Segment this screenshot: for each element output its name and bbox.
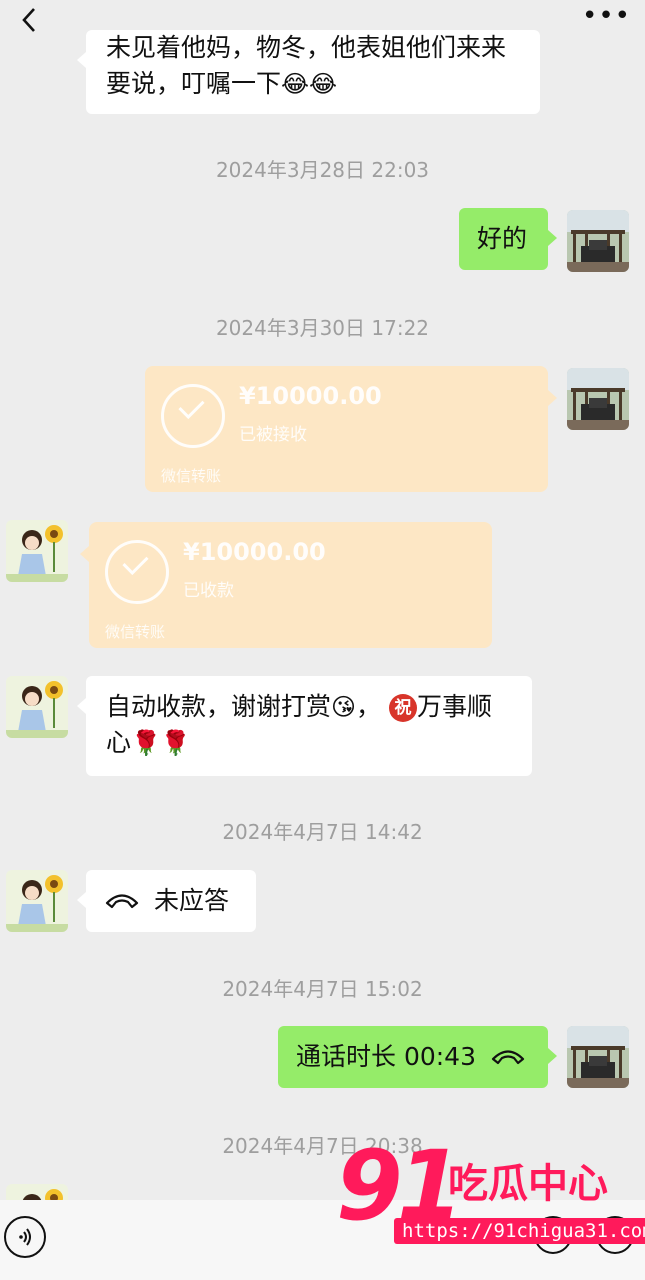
timestamp: 2024年4月7日 15:02 xyxy=(222,977,423,1001)
avatar-girl-sunflower-icon xyxy=(6,1184,68,1200)
phone-hangup-icon xyxy=(105,894,139,909)
watermark-url: https://91chigua31.com xyxy=(394,1218,645,1244)
avatar-girl-sunflower-icon xyxy=(6,676,68,738)
my-avatar[interactable] xyxy=(567,368,629,430)
transfer-label: 微信转账 xyxy=(161,467,222,485)
transfer-card-incoming[interactable]: ¥10000.00 已收款 微信转账 xyxy=(80,522,492,648)
avatar-photo-icon xyxy=(567,1026,629,1088)
transfer-status: 已收款 xyxy=(183,581,234,601)
rose-emoji: 🌹🌹 xyxy=(131,729,191,757)
missed-call-bubble[interactable]: 未应答 xyxy=(77,870,256,932)
watermark-logo: 91 吃瓜中心 https://91chigua31.com xyxy=(336,1138,645,1248)
kiss-emoji: 😘 xyxy=(331,693,357,721)
message-text: 心 xyxy=(106,728,132,757)
message-text: 好的 xyxy=(477,224,528,253)
message-text: 万事顺 xyxy=(417,692,493,721)
watermark-brand: 吃瓜中心 xyxy=(448,1161,608,1207)
contact-avatar[interactable] xyxy=(6,676,68,738)
laughing-emoji: 😂😂 xyxy=(281,70,338,98)
contact-avatar[interactable] xyxy=(6,520,68,582)
phone-hangup-icon xyxy=(491,1050,525,1065)
timestamp: 2024年3月28日 22:03 xyxy=(215,158,430,182)
avatar-girl-sunflower-icon xyxy=(6,520,68,582)
avatar-girl-sunflower-icon xyxy=(6,870,68,932)
transfer-label: 微信转账 xyxy=(105,623,166,641)
contact-avatar[interactable] xyxy=(6,870,68,932)
my-avatar[interactable] xyxy=(567,1026,629,1088)
avatar-photo-icon xyxy=(567,210,629,272)
contact-avatar[interactable] xyxy=(6,1184,68,1200)
message-text: 要说，叮嘱一下 xyxy=(106,69,282,98)
message-bubble-outgoing[interactable]: 好的 xyxy=(459,208,557,270)
top-bar: ••• xyxy=(0,0,645,40)
message-bubble-incoming[interactable]: 自动收款，谢谢打赏😘， 祝万事顺 心🌹🌹 xyxy=(77,676,532,776)
missed-call-text: 未应答 xyxy=(154,886,230,915)
check-circle-icon xyxy=(161,384,225,448)
call-duration-text: 通话时长 00:43 xyxy=(296,1042,476,1071)
chat-screen: ••• 未见着他妈，物冬，他表姐他们来来 要说，叮嘱一下😂😂 2024年3月28… xyxy=(0,0,645,1280)
back-button[interactable] xyxy=(14,2,44,38)
avatar-photo-icon xyxy=(567,368,629,430)
blessing-badge-icon: 祝 xyxy=(389,694,418,722)
message-text: 自动收款，谢谢打赏 xyxy=(106,692,332,721)
transfer-status: 已被接收 xyxy=(239,425,307,445)
my-avatar[interactable] xyxy=(567,210,629,272)
timestamp: 2024年3月30日 17:22 xyxy=(215,316,430,340)
check-circle-icon xyxy=(105,540,169,604)
more-options-button[interactable]: ••• xyxy=(582,3,631,37)
transfer-amount: ¥10000.00 xyxy=(183,538,326,566)
call-duration-bubble[interactable]: 通话时长 00:43 xyxy=(278,1026,557,1088)
voice-input-button[interactable] xyxy=(4,1216,46,1258)
timestamp: 2024年4月7日 14:42 xyxy=(222,820,423,844)
transfer-amount: ¥10000.00 xyxy=(239,382,382,410)
message-bubble-incoming[interactable]: 未见着他妈，物冬，他表姐他们来来 要说，叮嘱一下😂😂 xyxy=(77,30,540,114)
chevron-left-icon xyxy=(22,8,35,32)
voice-wave-icon xyxy=(19,1228,31,1246)
message-text: ， xyxy=(356,692,382,721)
transfer-card-outgoing[interactable]: ¥10000.00 已被接收 微信转账 xyxy=(145,366,557,492)
